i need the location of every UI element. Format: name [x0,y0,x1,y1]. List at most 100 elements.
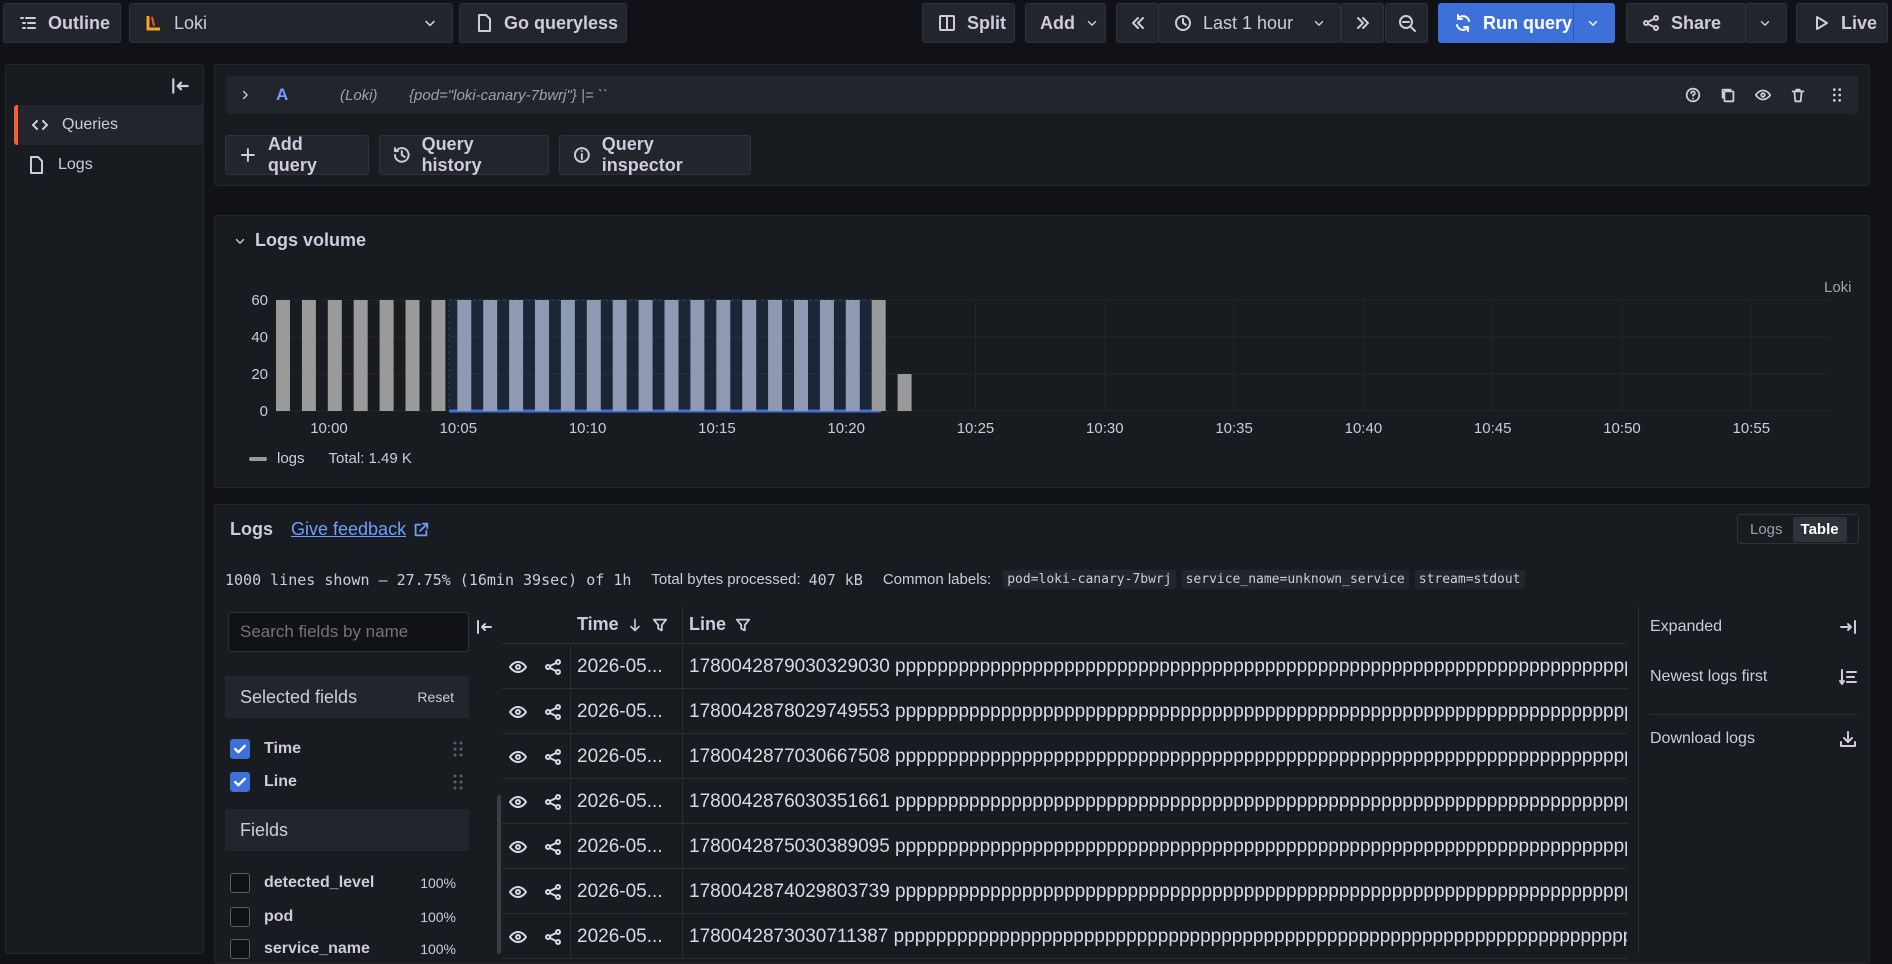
eye-icon[interactable] [508,882,528,902]
table-row[interactable]: 2026-05... 1780042875030389095 pppppppppp… [502,825,1627,869]
checkbox[interactable] [230,772,250,792]
share-button[interactable]: Share [1626,3,1746,43]
outline-button[interactable]: Outline [3,3,121,43]
add-button[interactable]: Add [1025,3,1106,43]
sync-icon [1456,14,1470,32]
drag-handle-icon[interactable] [452,739,464,759]
cell-time[interactable]: 2026-05... [577,881,663,903]
query-history-button[interactable]: Query history [379,134,549,175]
checkbox[interactable] [230,907,250,927]
shift-back-button[interactable] [1116,3,1159,43]
table-row[interactable]: 2026-05... 1780042873030711387 pppppppppp… [502,915,1627,959]
give-feedback-link[interactable]: Give feedback [291,519,430,540]
live-button[interactable]: Live [1796,3,1888,43]
filter-icon[interactable] [734,616,752,634]
download-logs-button[interactable]: Download logs [1650,729,1858,749]
cell-time[interactable]: 2026-05... [577,926,663,948]
eye-icon[interactable] [508,657,528,677]
eye-icon[interactable] [508,837,528,857]
shift-forward-button[interactable] [1341,3,1384,43]
field-item[interactable]: pod 100% [230,907,456,927]
share-dropdown[interactable] [1745,3,1787,43]
reset-button[interactable]: Reset [417,689,454,705]
eye-icon[interactable] [508,702,528,722]
drag-handle-icon[interactable] [452,772,464,792]
logs-volume-chart[interactable]: 0 20 40 60 10:00 10:05 10:10 10:15 10:20 10:25 10:… [230,284,1840,444]
collapse-sidebar-icon[interactable] [170,75,192,97]
legend-series-label[interactable]: logs [277,450,305,467]
sort-order-toggle[interactable]: Newest logs first [1650,667,1858,687]
cell-line[interactable]: 1780042879030329030 pppppppppppppppppppp… [689,656,1627,678]
eye-icon[interactable] [508,792,528,812]
selected-field-item[interactable]: Line [230,772,297,792]
split-label[interactable]: Split [967,13,1006,34]
drag-handle-icon[interactable] [1828,86,1846,104]
eye-icon[interactable] [508,747,528,767]
logs-volume-header[interactable]: Logs volume [233,230,366,251]
help-icon[interactable] [1684,86,1702,104]
cell-time[interactable]: 2026-05... [577,836,663,858]
sidebar-item-queries[interactable]: Queries [14,105,204,145]
trash-icon[interactable] [1789,86,1807,104]
search-fields-input[interactable] [228,612,469,652]
cell-line[interactable]: 1780042874029803739 pppppppppppppppppppp… [689,881,1627,903]
query-ref-id[interactable]: A [276,85,288,105]
run-query-dropdown[interactable] [1573,3,1615,43]
query-inspector-button[interactable]: Query inspector [559,134,751,175]
time-range-label: Last 1 hour [1203,12,1294,33]
share-icon[interactable] [543,702,563,722]
cell-line[interactable]: 1780042875030389095 pppppppppppppppppppp… [689,836,1627,858]
list-icon [20,17,36,29]
common-label-tag: service_name=unknown_service [1181,570,1409,589]
checkbox[interactable] [230,939,250,959]
chevron-right-icon[interactable] [238,88,252,102]
split-button[interactable]: Split [922,3,1015,43]
copy-icon[interactable] [1719,86,1737,104]
filter-icon[interactable] [651,616,669,634]
external-link-icon [414,522,429,536]
table-row[interactable]: 2026-05... 1780042878029749553 pppppppppp… [502,690,1627,734]
share-icon[interactable] [543,882,563,902]
cell-line[interactable]: 1780042878029749553 pppppppppppppppppppp… [689,701,1627,723]
go-queryless-button[interactable]: Go queryless [459,3,627,43]
time-range-picker[interactable]: Last 1 hour [1158,3,1341,43]
angle-double-left-icon [1132,17,1144,29]
cell-time[interactable]: 2026-05... [577,746,663,768]
arrow-down-icon[interactable] [627,617,643,633]
table-row[interactable]: 2026-05... 1780042876030351661 pppppppppp… [502,780,1627,824]
table-row[interactable]: 2026-05... 1780042879030329030 pppppppppp… [502,645,1627,689]
cell-line[interactable]: 1780042876030351661 pppppppppppppppppppp… [689,791,1627,813]
view-table-option[interactable]: Table [1792,516,1847,542]
datasource-picker[interactable]: Loki [129,3,453,43]
share-icon[interactable] [543,747,563,767]
fields-scrollbar[interactable] [497,795,501,954]
cell-time[interactable]: 2026-05... [577,656,663,678]
selected-field-item[interactable]: Time [230,739,301,759]
share-icon[interactable] [543,927,563,947]
cell-line[interactable]: 1780042877030667508 pppppppppppppppppppp… [689,746,1627,768]
sidebar-item-logs[interactable]: Logs [14,145,204,185]
view-logs-option[interactable]: Logs [1740,517,1793,542]
share-icon[interactable] [543,837,563,857]
checkbox[interactable] [230,739,250,759]
x-tick-label: 10:25 [957,420,995,437]
field-item[interactable]: service_name 100% [230,939,456,959]
eye-icon[interactable] [508,927,528,947]
field-item[interactable]: detected_level 100% [230,873,456,893]
cell-time[interactable]: 2026-05... [577,701,663,723]
eye-icon[interactable] [1754,86,1772,104]
zoom-out-button[interactable] [1385,3,1428,43]
x-tick-label: 10:30 [1086,420,1124,437]
column-header-line[interactable]: Line [689,614,752,635]
checkbox[interactable] [230,873,250,893]
add-query-button[interactable]: Add query [225,134,369,175]
cell-line[interactable]: 1780042873030711387 pppppppppppppppppppp… [689,926,1627,948]
table-row[interactable]: 2026-05... 1780042877030667508 pppppppppp… [502,735,1627,779]
expanded-toggle[interactable]: Expanded [1650,617,1858,637]
cell-time[interactable]: 2026-05... [577,791,663,813]
share-icon[interactable] [543,792,563,812]
column-header-time[interactable]: Time [577,614,669,635]
share-icon[interactable] [543,657,563,677]
collapse-fields-icon[interactable] [475,617,495,637]
table-row[interactable]: 2026-05... 1780042874029803739 pppppppppp… [502,870,1627,914]
